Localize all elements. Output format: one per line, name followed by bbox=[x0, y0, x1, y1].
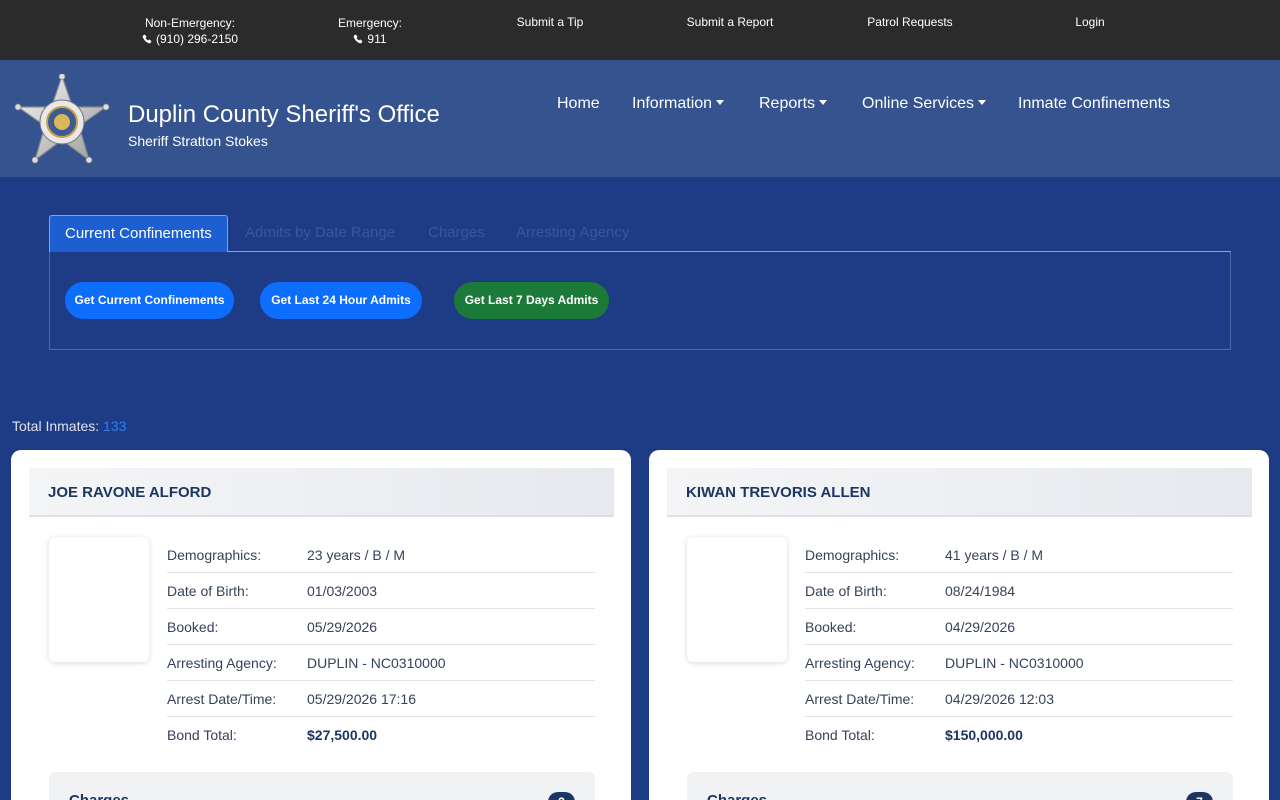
dob-label: Date of Birth: bbox=[167, 583, 249, 599]
caret-down-icon bbox=[819, 100, 828, 105]
agency-value: DUPLIN - NC0310000 bbox=[307, 655, 446, 671]
arrest-label: Arrest Date/Time: bbox=[167, 691, 277, 707]
tab-arresting-agency[interactable]: Arresting Agency bbox=[516, 215, 629, 252]
demographics-label: Demographics: bbox=[805, 547, 900, 563]
agency-label: Arresting Agency: bbox=[167, 655, 277, 671]
emergency-phone: 911 bbox=[367, 32, 387, 46]
get-current-confinements-button[interactable]: Get Current Confinements bbox=[65, 282, 234, 319]
agency-label: Arresting Agency: bbox=[805, 655, 915, 671]
non-emergency-label: Non-Emergency: bbox=[144, 16, 236, 30]
nav-online-services[interactable]: Online Services bbox=[862, 95, 987, 113]
agency-value: DUPLIN - NC0310000 bbox=[945, 655, 1084, 671]
nav-online-services-label: Online Services bbox=[862, 95, 975, 112]
total-inmates-label: Total Inmates: bbox=[12, 418, 100, 434]
nav-information[interactable]: Information bbox=[632, 95, 725, 113]
phone-icon bbox=[354, 34, 363, 44]
sheriff-badge-logo[interactable] bbox=[14, 74, 110, 166]
dob-label: Date of Birth: bbox=[805, 583, 887, 599]
detail-row-demographics: Demographics: 41 years / B / M bbox=[805, 537, 1233, 573]
demographics-value: 41 years / B / M bbox=[945, 547, 1044, 563]
bond-value: $150,000.00 bbox=[945, 727, 1023, 743]
tab-charges[interactable]: Charges bbox=[428, 215, 485, 252]
nav-reports-label: Reports bbox=[759, 95, 816, 112]
detail-row-booked: Booked: 04/29/2026 bbox=[805, 609, 1233, 645]
arrest-value: 05/29/2026 17:16 bbox=[307, 691, 416, 707]
inmate-card: KIWAN TREVORIS ALLEN Demographics: 41 ye… bbox=[649, 450, 1269, 800]
site-header: Duplin County Sheriff's Office Sheriff S… bbox=[0, 60, 1280, 177]
utility-bar: Non-Emergency: (910) 296-2150 Emergency:… bbox=[0, 0, 1280, 60]
caret-down-icon bbox=[978, 100, 987, 105]
detail-row-bond: Bond Total: $150,000.00 bbox=[805, 717, 1233, 753]
get-last-7-days-admits-button[interactable]: Get Last 7 Days Admits bbox=[454, 282, 609, 319]
inmate-card: JOE RAVONE ALFORD Demographics: 23 years… bbox=[11, 450, 631, 800]
submit-report-link[interactable]: Submit a Report bbox=[670, 14, 790, 30]
detail-row-dob: Date of Birth: 01/03/2003 bbox=[167, 573, 595, 609]
site-subtitle: Sheriff Stratton Stokes bbox=[128, 133, 268, 149]
arrest-label: Arrest Date/Time: bbox=[805, 691, 915, 707]
inmate-card-header: JOE RAVONE ALFORD bbox=[29, 468, 614, 517]
inmate-photo[interactable] bbox=[687, 537, 787, 662]
login-link[interactable]: Login bbox=[1060, 14, 1120, 30]
site-title[interactable]: Duplin County Sheriff's Office bbox=[128, 101, 440, 129]
nav-information-label: Information bbox=[632, 95, 713, 112]
nav-reports[interactable]: Reports bbox=[759, 95, 828, 113]
patrol-requests-link[interactable]: Patrol Requests bbox=[850, 14, 970, 30]
emergency-contact[interactable]: Emergency: 911 bbox=[330, 15, 410, 47]
submit-tip-link[interactable]: Submit a Tip bbox=[500, 14, 600, 30]
detail-row-booked: Booked: 05/29/2026 bbox=[167, 609, 595, 645]
charges-title: Charges bbox=[707, 792, 767, 800]
confinement-tabs: Current Confinements Admits by Date Rang… bbox=[49, 215, 1231, 252]
arrest-value: 04/29/2026 12:03 bbox=[945, 691, 1054, 707]
detail-row-dob: Date of Birth: 08/24/1984 bbox=[805, 573, 1233, 609]
bond-value: $27,500.00 bbox=[307, 727, 378, 743]
demographics-label: Demographics: bbox=[167, 547, 262, 563]
inmate-photo[interactable] bbox=[49, 537, 149, 662]
confinement-search-panel: Current Confinements Admits by Date Rang… bbox=[2, 177, 1278, 417]
tab-panel-current-confinements: Get Current Confinements Get Last 24 Hou… bbox=[49, 252, 1231, 350]
tab-current-confinements[interactable]: Current Confinements bbox=[49, 215, 228, 252]
booked-label: Booked: bbox=[167, 619, 219, 635]
charges-accordion[interactable]: Charges 7 bbox=[687, 772, 1233, 800]
caret-down-icon bbox=[716, 100, 725, 105]
inmate-name: JOE RAVONE ALFORD bbox=[48, 484, 212, 501]
detail-row-arrest: Arrest Date/Time: 04/29/2026 12:03 bbox=[805, 681, 1233, 717]
detail-row-bond: Bond Total: $27,500.00 bbox=[167, 717, 595, 753]
get-last-24-hour-admits-button[interactable]: Get Last 24 Hour Admits bbox=[260, 282, 422, 319]
tab-admits-by-date-range[interactable]: Admits by Date Range bbox=[245, 215, 395, 252]
charges-title: Charges bbox=[69, 792, 129, 800]
detail-row-agency: Arresting Agency: DUPLIN - NC0310000 bbox=[805, 645, 1233, 681]
total-inmates-count: 133 bbox=[103, 418, 127, 434]
nav-inmate-confinements[interactable]: Inmate Confinements bbox=[1018, 95, 1170, 113]
inmate-card-header: KIWAN TREVORIS ALLEN bbox=[667, 468, 1252, 517]
charges-count-badge: 2 bbox=[548, 792, 575, 800]
non-emergency-phone: (910) 296-2150 bbox=[155, 32, 239, 46]
charges-count-badge: 7 bbox=[1186, 792, 1213, 800]
inmate-name: KIWAN TREVORIS ALLEN bbox=[686, 484, 871, 501]
total-inmates: Total Inmates: 133 bbox=[12, 418, 126, 434]
inmate-details: Demographics: 23 years / B / M Date of B… bbox=[167, 537, 595, 753]
demographics-value: 23 years / B / M bbox=[307, 547, 406, 563]
booked-value: 04/29/2026 bbox=[945, 619, 1016, 635]
non-emergency-contact[interactable]: Non-Emergency: (910) 296-2150 bbox=[133, 15, 247, 47]
nav-home[interactable]: Home bbox=[557, 95, 600, 113]
bond-label: Bond Total: bbox=[805, 727, 875, 743]
booked-label: Booked: bbox=[805, 619, 857, 635]
charges-accordion[interactable]: Charges 2 bbox=[49, 772, 595, 800]
bond-label: Bond Total: bbox=[167, 727, 237, 743]
inmate-details: Demographics: 41 years / B / M Date of B… bbox=[805, 537, 1233, 753]
emergency-label: Emergency: bbox=[337, 16, 403, 30]
dob-value: 01/03/2003 bbox=[307, 583, 378, 599]
detail-row-agency: Arresting Agency: DUPLIN - NC0310000 bbox=[167, 645, 595, 681]
detail-row-demographics: Demographics: 23 years / B / M bbox=[167, 537, 595, 573]
dob-value: 08/24/1984 bbox=[945, 583, 1016, 599]
detail-row-arrest: Arrest Date/Time: 05/29/2026 17:16 bbox=[167, 681, 595, 717]
booked-value: 05/29/2026 bbox=[307, 619, 378, 635]
phone-icon bbox=[142, 34, 152, 44]
